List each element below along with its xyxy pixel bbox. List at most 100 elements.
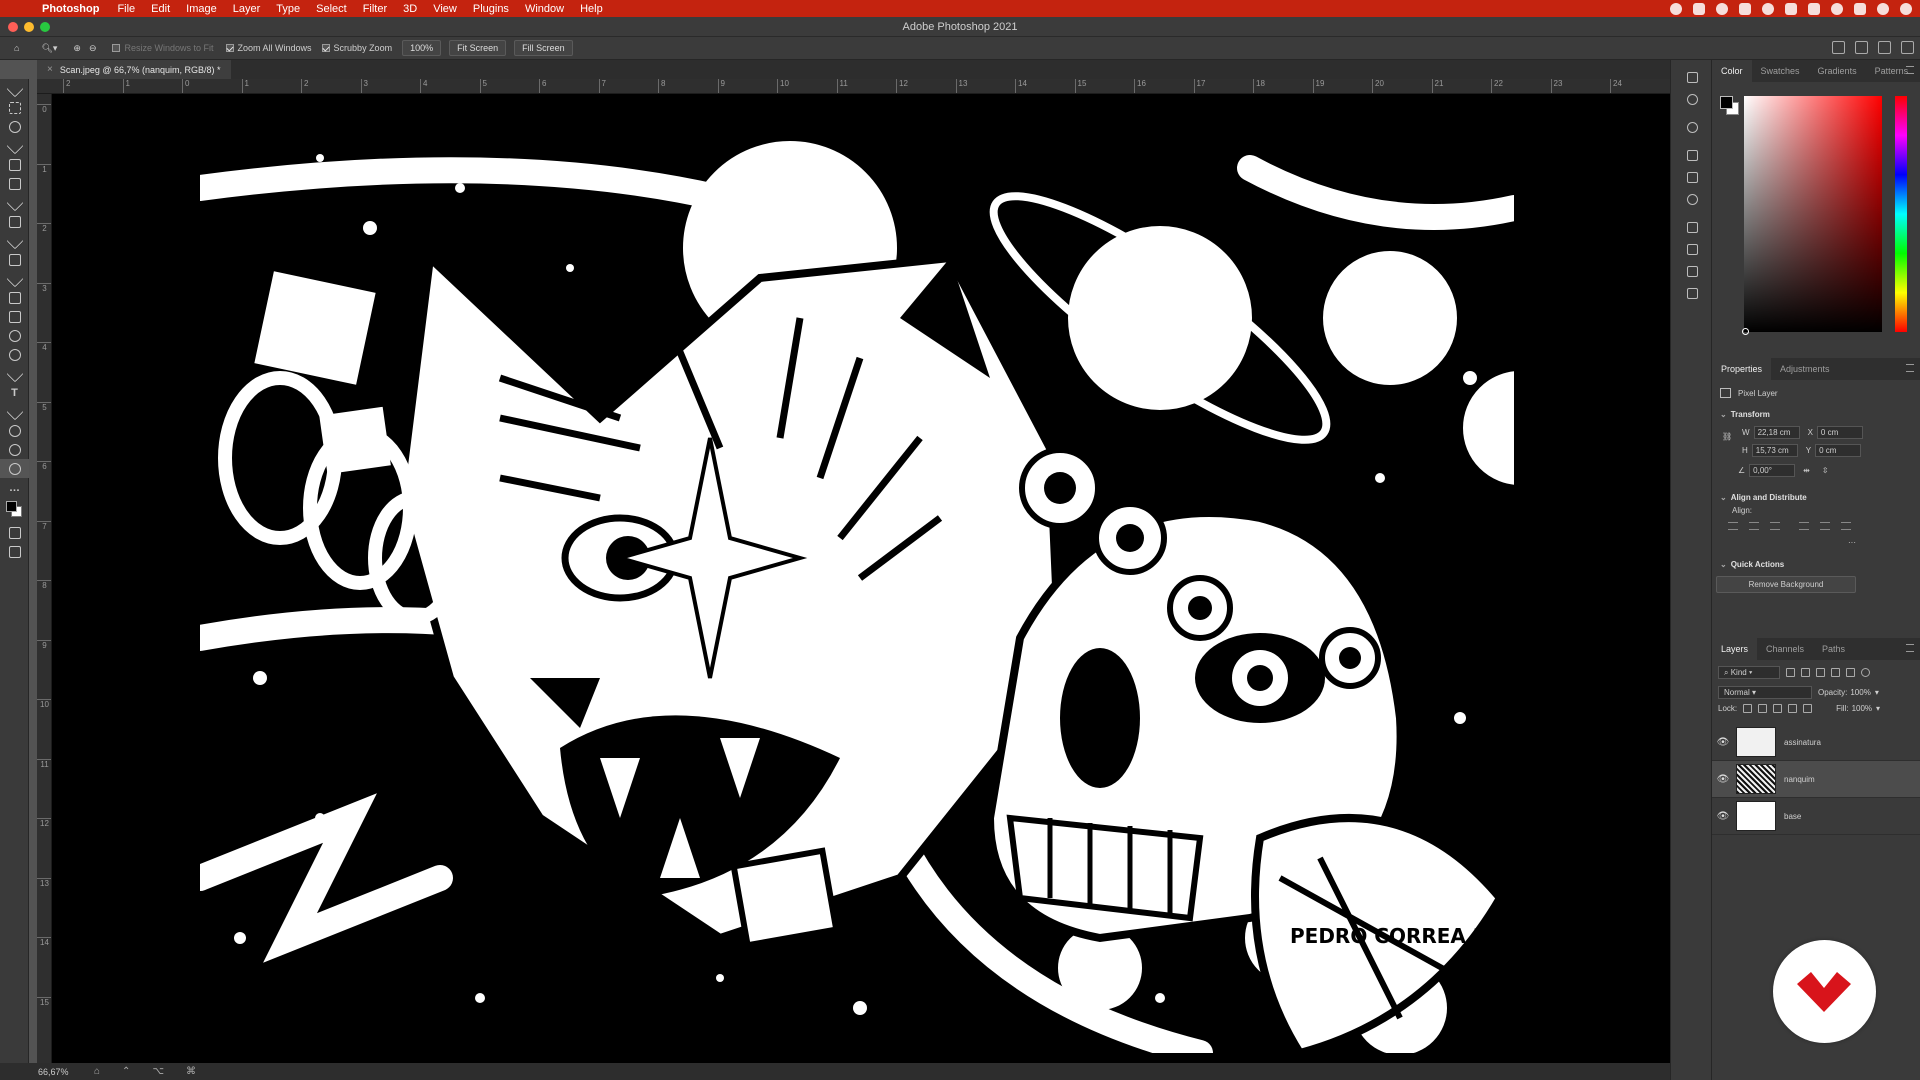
status-icon-3[interactable]: ⌥: [152, 1066, 164, 1077]
lasso-tool[interactable]: [0, 117, 29, 136]
fit-screen-button[interactable]: Fit Screen: [449, 40, 507, 56]
bluetooth-icon[interactable]: [1785, 2, 1797, 15]
adjustments-panel-button[interactable]: [1671, 166, 1713, 188]
align-top-icon[interactable]: [1799, 522, 1809, 530]
tab-layers[interactable]: Layers: [1712, 638, 1758, 660]
history-panel-button[interactable]: [1671, 66, 1713, 88]
blend-mode-select[interactable]: Normal ▾: [1718, 686, 1812, 699]
layer-name[interactable]: nanquim: [1784, 775, 1815, 784]
menu-help[interactable]: Help: [572, 3, 611, 15]
menu-app-photoshop[interactable]: Photoshop: [36, 3, 109, 15]
close-tab-icon[interactable]: ×: [47, 64, 53, 75]
healing-brush-tool[interactable]: [0, 212, 29, 231]
width-field[interactable]: 22,18 cm: [1753, 426, 1800, 439]
fill-dropdown-icon[interactable]: ▾: [1876, 704, 1880, 713]
color-picker-field[interactable]: [1744, 96, 1882, 332]
path-selection-tool[interactable]: [0, 402, 29, 421]
hue-slider[interactable]: [1895, 96, 1907, 332]
ellipse-tool[interactable]: [0, 421, 29, 440]
document-tab[interactable]: × Scan.jpeg @ 66,7% (nanquim, RGB/8) *: [37, 60, 231, 79]
siri-icon[interactable]: [1877, 2, 1889, 15]
info-panel-button[interactable]: [1671, 116, 1713, 138]
align-bottom-icon[interactable]: [1841, 522, 1851, 530]
control-center-icon[interactable]: [1854, 2, 1866, 15]
pen-tool[interactable]: [0, 364, 29, 383]
transform-section[interactable]: Transform: [1720, 410, 1770, 419]
glyphs-panel-button[interactable]: [1671, 260, 1713, 282]
layer-filter-select[interactable]: ⌕ Kind ▾: [1718, 666, 1780, 679]
share-icon[interactable]: [1901, 41, 1914, 54]
zoom-level[interactable]: 66,67%: [38, 1067, 72, 1077]
dodge-tool[interactable]: [0, 345, 29, 364]
menu-plugins[interactable]: Plugins: [465, 3, 517, 15]
libraries-panel-button[interactable]: [1671, 188, 1713, 210]
vertical-ruler[interactable]: 0 1 2 3 4 5 6 7 8 9 10 11 12 13 14 15: [37, 94, 52, 1063]
layer-name[interactable]: assinatura: [1784, 738, 1821, 747]
zoom-100-button[interactable]: 100%: [402, 40, 442, 56]
status-icon-1[interactable]: ⌂: [94, 1066, 100, 1077]
filter-pixel-icon[interactable]: [1786, 668, 1795, 677]
scrubby-zoom-checkbox[interactable]: Scrubby Zoom: [321, 43, 392, 53]
lock-transparency-icon[interactable]: [1743, 704, 1753, 713]
filter-adjustment-icon[interactable]: [1801, 668, 1810, 677]
align-middle-v-icon[interactable]: [1820, 522, 1830, 530]
lock-artboard-icon[interactable]: [1788, 704, 1798, 713]
hand-tool[interactable]: [0, 440, 29, 459]
marquee-tool[interactable]: [0, 98, 29, 117]
menu-type[interactable]: Type: [268, 3, 308, 15]
horizontal-ruler[interactable]: 2 1 0 1 2 3 4 5 6 7 8 9 10 11 12 13 14 15 16 17 18 19 20 21 22 23…: [37, 79, 1670, 94]
blur-tool[interactable]: [0, 326, 29, 345]
brush-tool[interactable]: [0, 231, 29, 250]
align-distribute-section[interactable]: Align and Distribute: [1720, 493, 1807, 502]
visibility-eye-icon[interactable]: 👁︎: [1714, 811, 1732, 822]
y-field[interactable]: 0 cm: [1815, 444, 1862, 457]
visibility-eye-icon[interactable]: 👁︎: [1714, 774, 1732, 785]
layer-name[interactable]: base: [1784, 812, 1801, 821]
tab-swatches[interactable]: Swatches: [1752, 60, 1809, 82]
night-mode-icon[interactable]: [1762, 2, 1774, 15]
resize-windows-checkbox[interactable]: Resize Windows to Fit: [112, 43, 214, 53]
menu-3d[interactable]: 3D: [395, 3, 425, 15]
edit-toolbar[interactable]: …: [0, 478, 29, 497]
crop-tool[interactable]: [0, 155, 29, 174]
close-window-icon[interactable]: [8, 22, 18, 32]
dropbox-icon[interactable]: [1739, 2, 1751, 15]
menu-file[interactable]: File: [109, 3, 143, 15]
status-icon-2[interactable]: ⌃: [122, 1066, 130, 1077]
styles-panel-button[interactable]: [1671, 282, 1713, 304]
layer-row-assinatura[interactable]: 👁︎ assinatura: [1712, 724, 1920, 761]
panel-menu-icon[interactable]: [1906, 644, 1914, 652]
history-brush-tool[interactable]: [0, 269, 29, 288]
type-tool[interactable]: T: [0, 383, 29, 402]
zoom-out-icon[interactable]: ⊖: [89, 43, 97, 54]
picker-cursor[interactable]: [1742, 328, 1749, 335]
clock-icon[interactable]: [1900, 2, 1912, 15]
tab-color[interactable]: Color: [1712, 60, 1752, 82]
paint-bucket-tool[interactable]: [0, 307, 29, 326]
lock-position-icon[interactable]: [1773, 704, 1783, 713]
actions-panel-button[interactable]: [1671, 88, 1713, 110]
brushes-panel-button[interactable]: [1671, 144, 1713, 166]
filter-type-icon[interactable]: [1816, 668, 1825, 677]
zoom-tool-preset-icon[interactable]: 🔍︎▾: [41, 43, 57, 54]
extension-icon[interactable]: [1693, 2, 1705, 15]
minimize-window-icon[interactable]: [24, 22, 34, 32]
x-field[interactable]: 0 cm: [1816, 426, 1863, 439]
layer-row-base[interactable]: 👁︎ base: [1712, 798, 1920, 835]
remove-background-button[interactable]: Remove Background: [1716, 576, 1856, 593]
layer-row-nanquim[interactable]: 👁︎ nanquim: [1712, 761, 1920, 798]
screen-mode-button[interactable]: [0, 542, 29, 561]
zoom-in-icon[interactable]: ⊕: [73, 43, 81, 54]
move-tool[interactable]: [0, 79, 29, 98]
eraser-tool[interactable]: [0, 288, 29, 307]
zoom-window-icon[interactable]: [40, 22, 50, 32]
menu-window[interactable]: Window: [517, 3, 572, 15]
link-dimensions-icon[interactable]: ⛓: [1722, 432, 1732, 441]
clone-stamp-tool[interactable]: [0, 250, 29, 269]
opacity-value[interactable]: 100%: [1850, 688, 1870, 697]
workspace-icon[interactable]: [1878, 41, 1891, 54]
menu-view[interactable]: View: [425, 3, 465, 15]
color-foreground-swatch[interactable]: [1720, 96, 1733, 109]
menu-filter[interactable]: Filter: [355, 3, 395, 15]
home-icon[interactable]: ⌂: [14, 43, 19, 53]
